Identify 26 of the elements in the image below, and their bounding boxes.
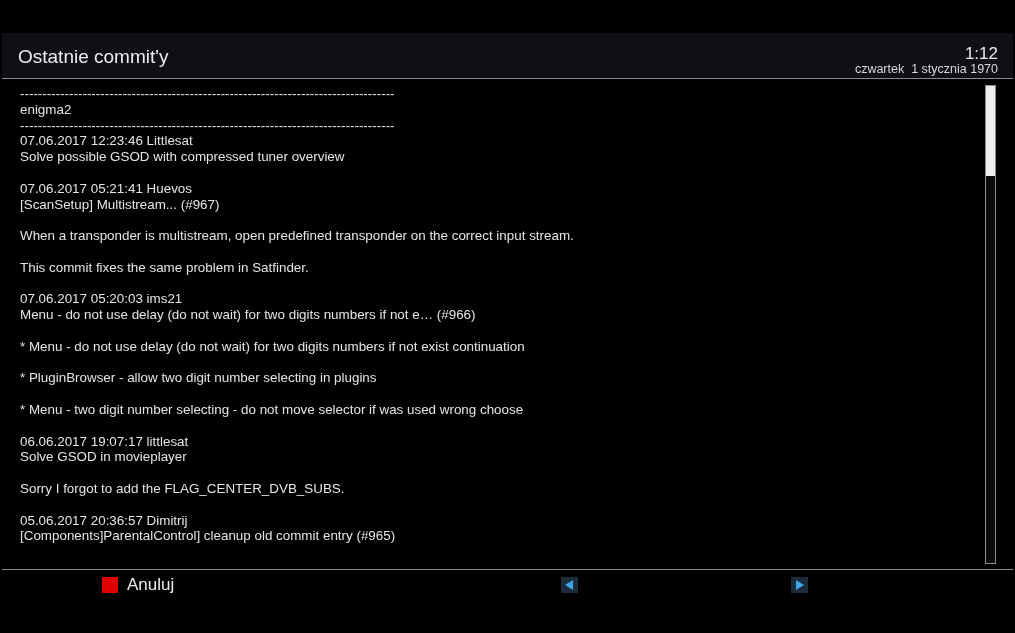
log-line: Sorry I forgot to add the FLAG_CENTER_DVB_SUBS.	[20, 480, 345, 497]
scrollbar[interactable]	[985, 85, 996, 564]
log-line: Solve GSOD in movieplayer	[20, 449, 187, 466]
log-line: ------------------------------------------------------------------------------------	[20, 117, 395, 134]
scrollbar-thumb[interactable]	[986, 86, 995, 176]
log-line: 06.06.2017 19:07:17 littlesat	[20, 433, 189, 450]
log-line: 07.06.2017 05:21:41 Huevos	[20, 180, 192, 197]
log-line: Menu - do not use delay (do not wait) for two digits numbers if not e… (#966)	[20, 307, 476, 323]
log-line: [Components]ParentalControl] cleanup old commit entry (#965)	[20, 528, 396, 545]
log-line: Solve possible GSOD with compressed tuner overview	[20, 149, 345, 165]
log-line: 07.06.2017 05:20:03 ims21	[20, 291, 183, 308]
log-line: 05.06.2017 20:36:57 Dimitrij	[20, 512, 188, 529]
log-line: enigma2	[20, 101, 72, 118]
color-key-icon	[102, 576, 118, 593]
clock-time: 1:12	[964, 45, 998, 62]
log-line: * Menu - do not use delay (do not wait) for two digits numbers if not exist continuation	[20, 338, 525, 355]
log-line: [ScanSetup] Multistream... (#967)	[20, 196, 220, 213]
log-line: 07.06.2017 12:23:46 Littlesat	[20, 133, 193, 150]
screen-title: Ostatnie commit'y	[18, 45, 169, 68]
log-line: This commit fixes the same problem in Satfinder.	[20, 259, 309, 276]
log-line: ------------------------------------------------------------------------------------	[20, 86, 395, 102]
cancel-label[interactable]: Anuluj	[127, 574, 175, 595]
log-line: When a transponder is multistream, open predefined transponder on the correct input stream.	[20, 228, 574, 244]
clock-date: czwartek 1 stycznia 1970	[854, 62, 998, 76]
log-line: * Menu - two digit number selecting - do not move selector if was used wrong choose	[20, 401, 524, 418]
log-line: * PluginBrowser - allow two digit number selecting in plugins	[20, 370, 377, 387]
